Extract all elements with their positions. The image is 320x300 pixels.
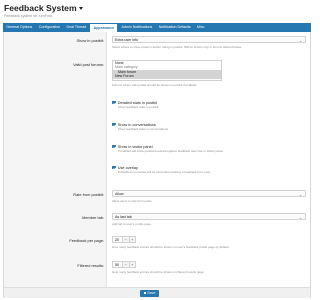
rate-from-postbit-select[interactable]: Allow ⌄ — [112, 190, 306, 197]
checkbox-label[interactable]: Show in conversations — [118, 123, 156, 127]
use-overlay-checkbox[interactable] — [112, 165, 116, 170]
label-column — [4, 32, 107, 297]
show-in-conversations-checkbox[interactable] — [112, 122, 116, 127]
chevron-down-icon: ⌄ — [299, 216, 302, 220]
field-description: Add tab to user's profile page. — [112, 221, 152, 226]
plus-icon[interactable]: + — [129, 261, 136, 268]
chevron-down-icon: ⌄ — [299, 193, 302, 197]
page-header: Feedback System Feedback system for XenF… — [4, 3, 310, 19]
tab-general-options[interactable]: General Options — [3, 23, 36, 32]
chevron-down-icon: ⌄ — [299, 39, 302, 43]
list-option-selected[interactable]: New Forum — [113, 74, 221, 79]
field-label: Member tab: — [82, 215, 104, 220]
tab-appearance[interactable]: Appearance — [89, 23, 119, 32]
field-description: Show feedback stats in conversations. — [117, 127, 169, 131]
title-menu-caret-icon[interactable] — [78, 7, 83, 10]
field-description: How many feedback entries should be show… — [112, 244, 230, 249]
plus-icon[interactable]: + — [129, 236, 136, 243]
select-value: Allow — [115, 192, 124, 196]
page-subtitle: Feedback system for XenForo. — [4, 14, 54, 18]
field-label: Rate from postbit: — [73, 192, 104, 197]
show-in-visitor-panel-checkbox[interactable] — [112, 144, 116, 149]
checkbox-label[interactable]: Detailed stats in postbit — [118, 101, 157, 105]
tab-deal-thread[interactable]: Deal Thread — [63, 23, 89, 32]
field-description: Allow users to rate from posts. — [112, 198, 153, 203]
field-description: Forums where rating data should be shown… — [112, 82, 198, 87]
member-tab-select[interactable]: As last tab ⌄ — [112, 213, 306, 220]
field-label: Filtered results: — [77, 263, 104, 268]
disk-icon — [143, 291, 147, 295]
save-button-label: Save — [147, 291, 156, 295]
tab-notification-defaults[interactable]: Notification Defaults — [156, 23, 194, 32]
tab-admin-notifications[interactable]: Admin Notifications — [118, 23, 155, 32]
select-value: As last tab — [115, 215, 132, 219]
detailed-stats-checkbox[interactable] — [112, 100, 116, 105]
field-label: Valid post forums: — [73, 62, 104, 67]
field-label: Feedback per page: — [69, 238, 104, 243]
tab-bar: General Options Configuration Deal Threa… — [3, 23, 311, 32]
field-label: Show in postbit: — [76, 38, 104, 43]
select-value: Extra user info — [115, 38, 139, 42]
filtered-results-input[interactable]: 50 — [112, 261, 123, 268]
checkbox-label[interactable]: Use overlay — [118, 166, 138, 170]
show-in-postbit-select[interactable]: Extra user info ⌄ — [112, 36, 306, 43]
form-footer: Save — [4, 287, 310, 298]
options-panel: Show in postbit: Extra user info ⌄ Selec… — [3, 32, 311, 298]
field-description: If enabled will show positive/neutral/ne… — [117, 149, 224, 153]
tab-configuration[interactable]: Configuration — [36, 23, 64, 32]
checkbox-label[interactable]: Show in visitor panel — [118, 145, 153, 149]
field-description: How many feedback entries should be show… — [112, 269, 205, 274]
field-description: If disabled no overlay will be used when… — [117, 170, 211, 174]
feedback-per-page-input[interactable]: 20 — [112, 236, 123, 243]
valid-post-forums-listbox[interactable]: None Main category Main forum New Forum — [112, 60, 222, 81]
field-description: Select where to show poster's author rat… — [112, 44, 242, 49]
save-button[interactable]: Save — [140, 290, 159, 297]
page-title: Feedback System — [4, 3, 77, 13]
tab-misc[interactable]: Misc — [194, 23, 208, 32]
field-description: Show feedback stats in postbit. — [117, 105, 160, 109]
